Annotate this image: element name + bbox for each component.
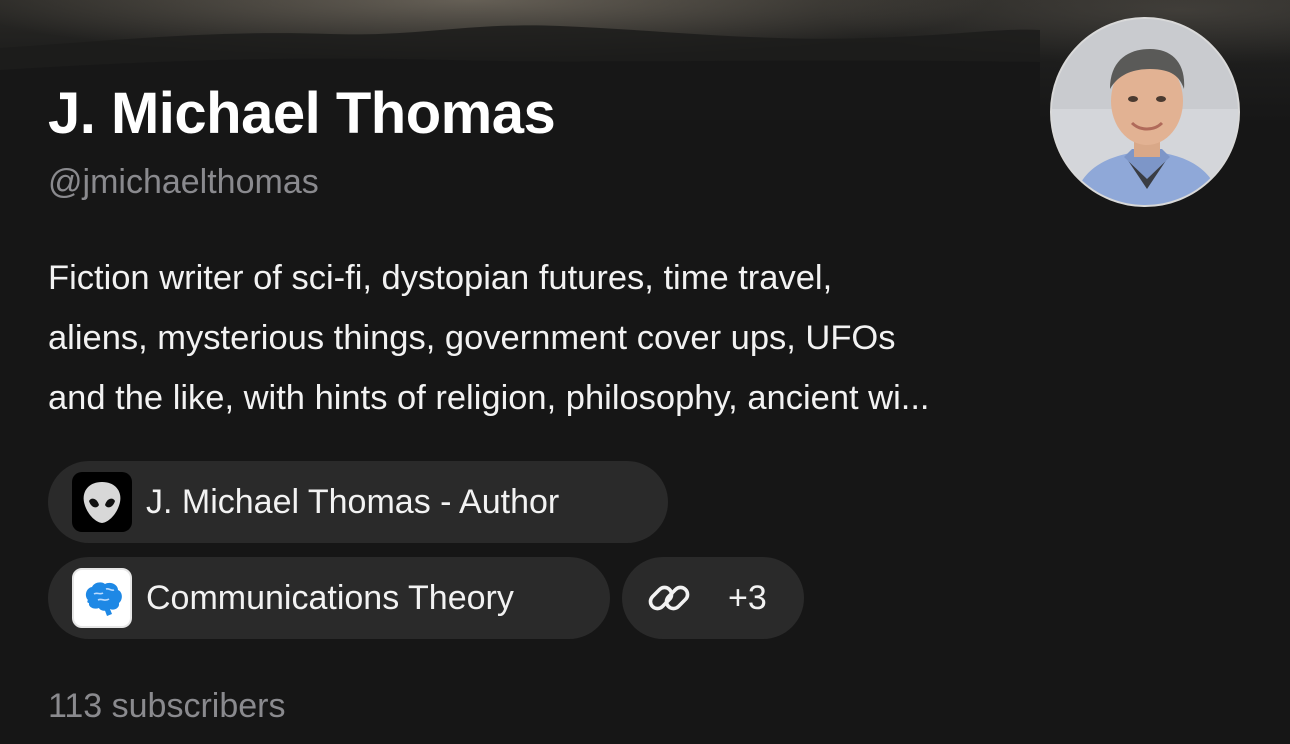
more-links-button[interactable]: +3 <box>622 557 804 639</box>
bio-line: and the like, with hints of religion, ph… <box>48 379 930 417</box>
avatar[interactable] <box>1050 17 1240 207</box>
profile-name: J. Michael Thomas <box>48 81 556 146</box>
link-icon <box>646 575 692 621</box>
publication-chip-author[interactable]: J. Michael Thomas - Author <box>48 461 668 543</box>
publication-label: J. Michael Thomas - Author <box>146 483 560 521</box>
bio-line: Fiction writer of sci-fi, dystopian futu… <box>48 259 833 297</box>
blue-brain-icon <box>72 568 132 628</box>
more-links-count: +3 <box>728 579 767 617</box>
profile-bio: Fiction writer of sci-fi, dystopian futu… <box>48 248 1248 428</box>
profile-handle[interactable]: @jmichaelthomas <box>48 162 319 202</box>
bio-line: aliens, mysterious things, government co… <box>48 319 896 357</box>
profile-photo-icon <box>1052 19 1238 205</box>
publication-chip-communications-theory[interactable]: Communications Theory <box>48 557 610 639</box>
subscriber-count[interactable]: 113 subscribers <box>48 686 286 726</box>
alien-head-icon <box>72 472 132 532</box>
publication-label: Communications Theory <box>146 579 514 617</box>
